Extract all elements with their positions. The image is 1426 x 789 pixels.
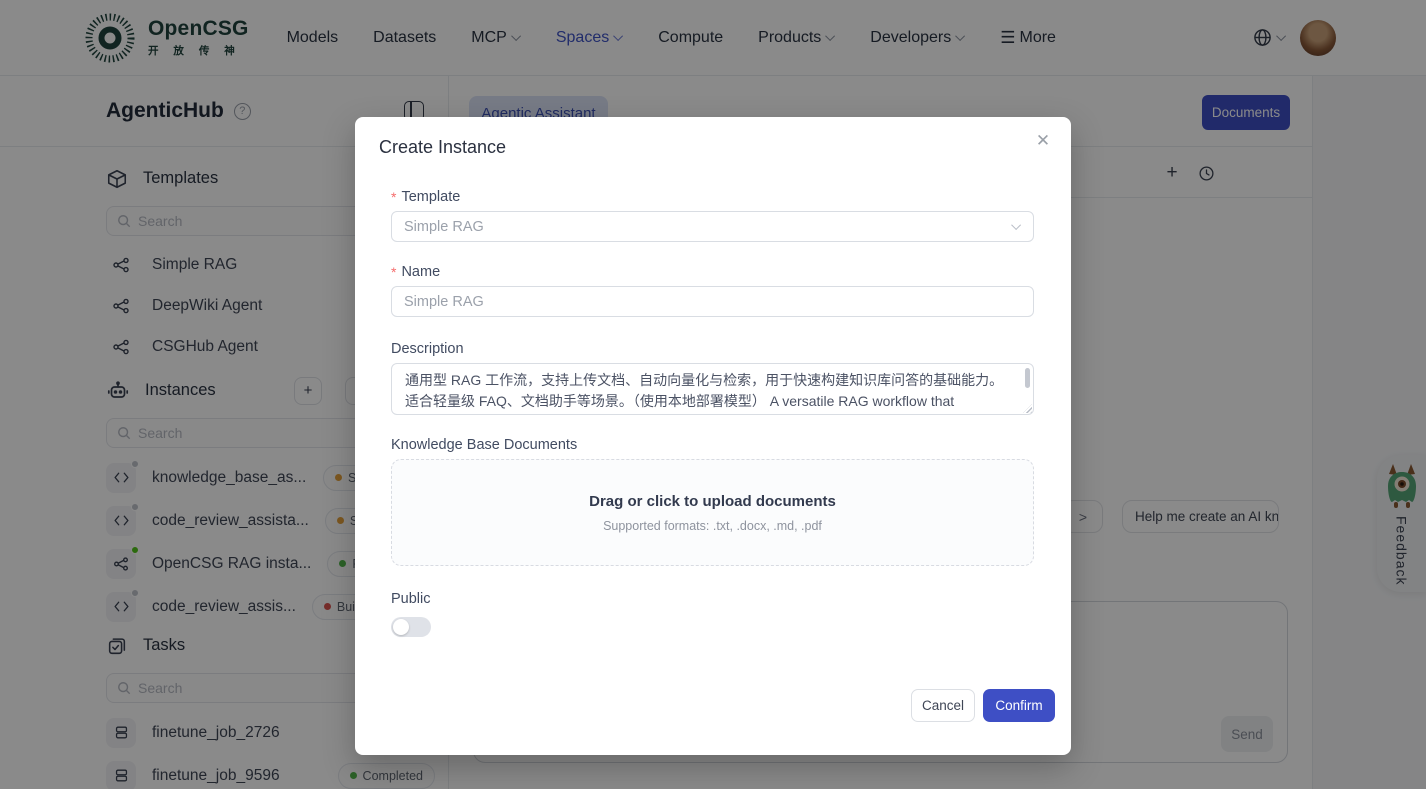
cancel-button[interactable]: Cancel [911,689,975,722]
name-label: * Name [391,264,1035,280]
template-label: * Template [391,189,1035,205]
scrollbar-thumb[interactable] [1025,368,1030,388]
template-select-value: Simple RAG [404,219,484,235]
resize-handle[interactable] [1023,404,1032,413]
modal-title: Create Instance [379,137,1035,158]
name-field[interactable] [391,286,1034,317]
kb-documents-label: Knowledge Base Documents [391,437,1035,453]
template-select[interactable]: Simple RAG [391,211,1034,242]
name-input[interactable] [404,294,1021,310]
description-textarea[interactable]: 通用型 RAG 工作流，支持上传文档、自动向量化与检索，用于快速构建知识库问答的… [391,363,1034,415]
upload-dropzone[interactable]: Drag or click to upload documents Suppor… [391,459,1034,566]
required-asterisk: * [391,264,396,280]
description-label: Description [391,341,1035,357]
public-toggle[interactable] [391,617,431,637]
create-instance-modal: ✕ Create Instance * Template Simple RAG … [355,117,1071,755]
upload-title: Drag or click to upload documents [589,493,836,510]
required-asterisk: * [391,189,396,205]
toggle-knob [393,619,409,635]
close-icon[interactable]: ✕ [1031,129,1055,153]
chevron-down-icon [1011,220,1021,230]
upload-hint: Supported formats: .txt, .docx, .md, .pd… [603,519,822,533]
confirm-button[interactable]: Confirm [983,689,1055,722]
public-label: Public [391,591,1035,607]
